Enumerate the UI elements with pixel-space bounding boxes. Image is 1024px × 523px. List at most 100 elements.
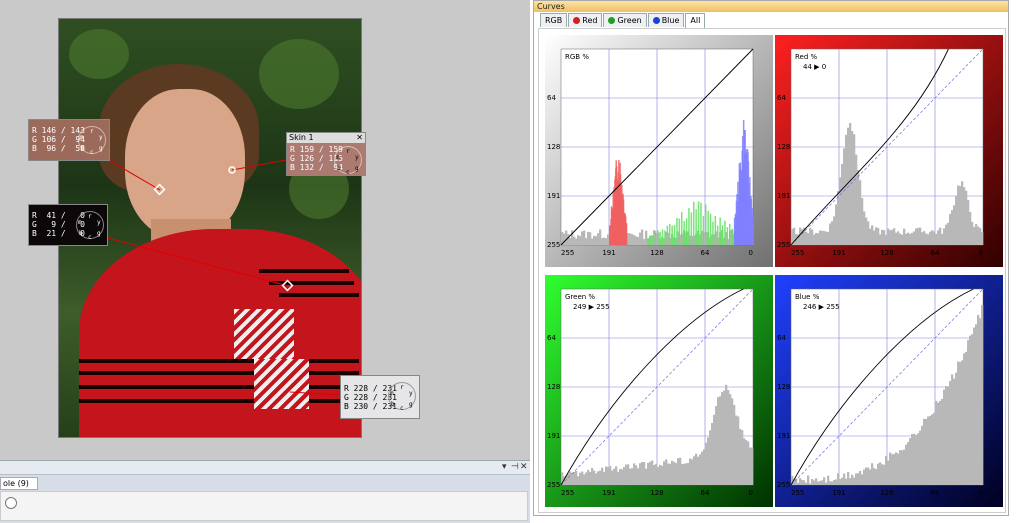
curve-graph-rgb[interactable]: RGB % 64 128 191 255255 191 128 64 0 — [545, 35, 773, 267]
curve-graph-blue[interactable]: Blue % 246 ▶ 255 64 128 191 255255 191 128 64 0 — [775, 275, 1003, 507]
x-tick-label: 255 — [791, 489, 804, 497]
curve-graph-green[interactable]: Green % 249 ▶ 255 64 128 191 255255 191 128 64 0 — [545, 275, 773, 507]
x-tick-label: 255 — [791, 249, 804, 257]
close-icon[interactable]: ✕ — [520, 462, 528, 472]
x-tick-label: 128 — [880, 249, 893, 257]
blue-channel-icon — [652, 17, 660, 24]
color-probe-face[interactable]: R 146 / 143 G 106 / 94 B 96 / 58 r y g c… — [28, 119, 110, 161]
curve-panel-red[interactable]: Red % 44 ▶ 0 64 128 191 255 255 191 128 64 0 — [775, 35, 1003, 267]
panel-label: RGB % — [565, 53, 589, 61]
x-tick-label: 191 — [832, 249, 845, 257]
curve-readout: 249 ▶ 255 — [573, 303, 610, 311]
shirt-stripe — [79, 359, 359, 363]
foliage — [259, 39, 339, 109]
panel-label: Red % — [795, 53, 818, 61]
red-channel-icon — [573, 17, 581, 24]
shirt-stripe — [79, 385, 359, 389]
bottom-dock-panel: ▾ ⊣ ✕ ole (9) — [0, 460, 530, 523]
y-tick-label: 128 — [777, 383, 790, 391]
shirt-stripe — [269, 281, 354, 285]
x-tick-label: 191 — [602, 249, 615, 257]
panel-label: Green % — [565, 293, 595, 301]
x-tick-label: 128 — [650, 249, 663, 257]
x-tick-label: 255 — [561, 249, 574, 257]
shirt-stripe — [79, 399, 359, 403]
shirt-print — [234, 309, 294, 359]
color-wheel-icon: r y g c b m — [388, 382, 416, 412]
curve-panel-green[interactable]: Green % 249 ▶ 255 64 128 191 255 255 191 128 64 0 — [545, 275, 773, 507]
shirt-stripe — [79, 371, 359, 375]
curve-graph-red[interactable]: Red % 44 ▶ 0 64 128 191 255255 191 128 64 0 — [775, 35, 1003, 267]
screen: R 146 / 143 G 106 / 94 B 96 / 58 r y g c… — [0, 0, 1024, 523]
tab-rgb[interactable]: RGB — [540, 13, 568, 27]
x-tick-label: 64 — [931, 249, 940, 257]
dock-content — [0, 491, 528, 521]
tab-label: Blue — [661, 16, 680, 25]
tab-label: Red — [582, 16, 598, 25]
close-icon[interactable]: ✕ — [356, 133, 363, 142]
probe-body: R 159 / 159 G 126 / 115 B 132 / 94 r y g… — [287, 143, 365, 176]
red-shirt — [79, 229, 361, 437]
x-tick-label: 191 — [832, 489, 845, 497]
y-tick-label: 64 — [777, 334, 786, 342]
curves-title-bar[interactable]: Curves — [534, 1, 1008, 12]
probe-title: Skin 1 — [289, 133, 314, 142]
probe-title-bar[interactable]: Skin 1 ✕ — [287, 133, 365, 143]
y-tick-label: 255 — [547, 481, 560, 489]
y-tick-label: 64 — [547, 334, 556, 342]
x-tick-label: 64 — [701, 249, 710, 257]
y-tick-label: 191 — [547, 192, 560, 200]
y-tick-label: 128 — [547, 383, 560, 391]
foliage — [69, 29, 129, 79]
dock-tab[interactable]: ole (9) — [0, 477, 38, 490]
tab-red[interactable]: Red — [568, 13, 603, 27]
tab-label: Green — [617, 16, 642, 25]
probe-body: R 146 / 143 G 106 / 94 B 96 / 58 r y g c… — [29, 120, 109, 160]
curves-window: Curves RGB Red Green Blue All RGB % 64 128 191 2… — [533, 0, 1009, 516]
tab-all[interactable]: All — [685, 13, 706, 28]
x-tick-label: 0 — [979, 249, 983, 257]
y-tick-label: 191 — [547, 432, 560, 440]
dock-header: ▾ ⊣ ✕ — [0, 461, 530, 475]
menu-icon[interactable]: ▾ — [502, 462, 507, 472]
color-wheel-icon: r y g c b m — [334, 146, 362, 176]
y-tick-label: 255 — [547, 241, 560, 249]
x-tick-label: 128 — [880, 489, 893, 497]
color-probe-skin-1[interactable]: Skin 1 ✕ R 159 / 159 G 126 / 115 B 132 /… — [286, 132, 366, 176]
shirt-stripe — [259, 269, 349, 273]
x-tick-label: 128 — [650, 489, 663, 497]
panel-label: Blue % — [795, 293, 820, 301]
x-tick-label: 191 — [602, 489, 615, 497]
y-tick-label: 191 — [777, 432, 790, 440]
x-tick-label: 0 — [979, 489, 983, 497]
y-tick-label: 255 — [777, 481, 790, 489]
curve-panel-rgb[interactable]: RGB % 64 128 191 255 255 191 128 64 0 — [545, 35, 773, 267]
curves-panels: RGB % 64 128 191 255 255 191 128 64 0 Red % 44 ▶ 06… — [538, 28, 1006, 513]
color-probe-dark[interactable]: R 41 / 0 G 9 / 0 B 21 / 0 r y g c b m — [28, 204, 108, 246]
x-tick-label: 0 — [749, 489, 753, 497]
probe-body: R 228 / 231 G 228 / 231 B 230 / 231 r y … — [341, 376, 419, 418]
tab-label: RGB — [545, 16, 563, 25]
shirt-stripe — [279, 293, 359, 297]
image-workspace[interactable]: R 146 / 143 G 106 / 94 B 96 / 58 r y g c… — [0, 0, 530, 460]
y-tick-label: 255 — [777, 241, 790, 249]
tab-blue[interactable]: Blue — [647, 13, 685, 27]
x-tick-label: 64 — [931, 489, 940, 497]
x-tick-label: 64 — [701, 489, 710, 497]
y-tick-label: 128 — [777, 143, 790, 151]
y-tick-label: 64 — [777, 94, 786, 102]
compass-icon[interactable] — [5, 497, 17, 509]
curve-readout: 44 ▶ 0 — [803, 63, 826, 71]
tab-green[interactable]: Green — [603, 13, 647, 27]
face — [125, 89, 245, 239]
pin-icon[interactable]: ⊣ — [511, 462, 519, 472]
tab-label: All — [690, 16, 701, 25]
curve-panel-blue[interactable]: Blue % 246 ▶ 255 64 128 191 255 255 191 128 64 0 — [775, 275, 1003, 507]
color-probe-white[interactable]: R 228 / 231 G 228 / 231 B 230 / 231 r y … — [340, 375, 420, 419]
color-wheel-icon: r y g c b m — [78, 126, 106, 156]
x-tick-label: 255 — [561, 489, 574, 497]
y-tick-label: 64 — [547, 94, 556, 102]
curves-tabs: RGB Red Green Blue All — [540, 13, 706, 28]
color-wheel-icon: r y g c b m — [76, 211, 104, 241]
shirt-print — [254, 359, 309, 409]
